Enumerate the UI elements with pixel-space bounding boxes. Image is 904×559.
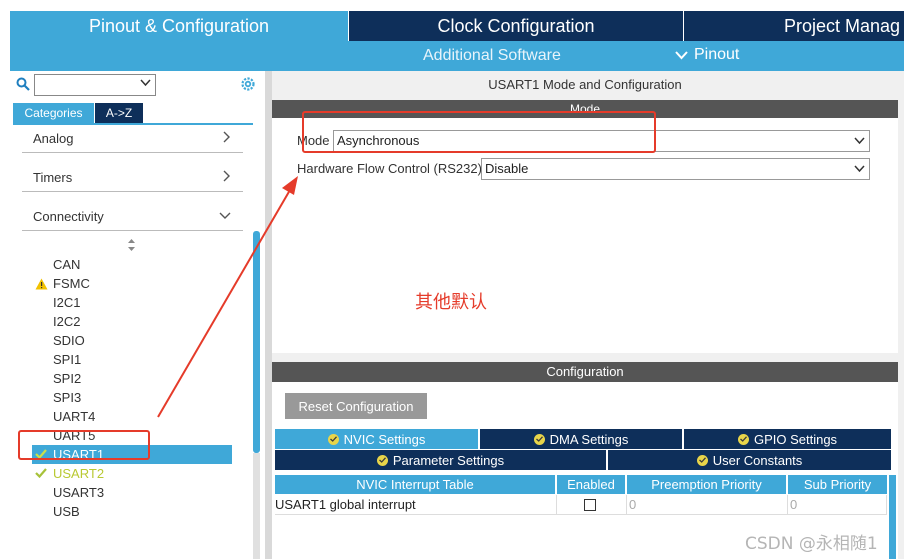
annotation-arrow (157, 176, 298, 418)
app-window: Pinout & Configuration Clock Configurati… (0, 0, 904, 559)
watermark: CSDN @永相随1 (745, 534, 878, 554)
